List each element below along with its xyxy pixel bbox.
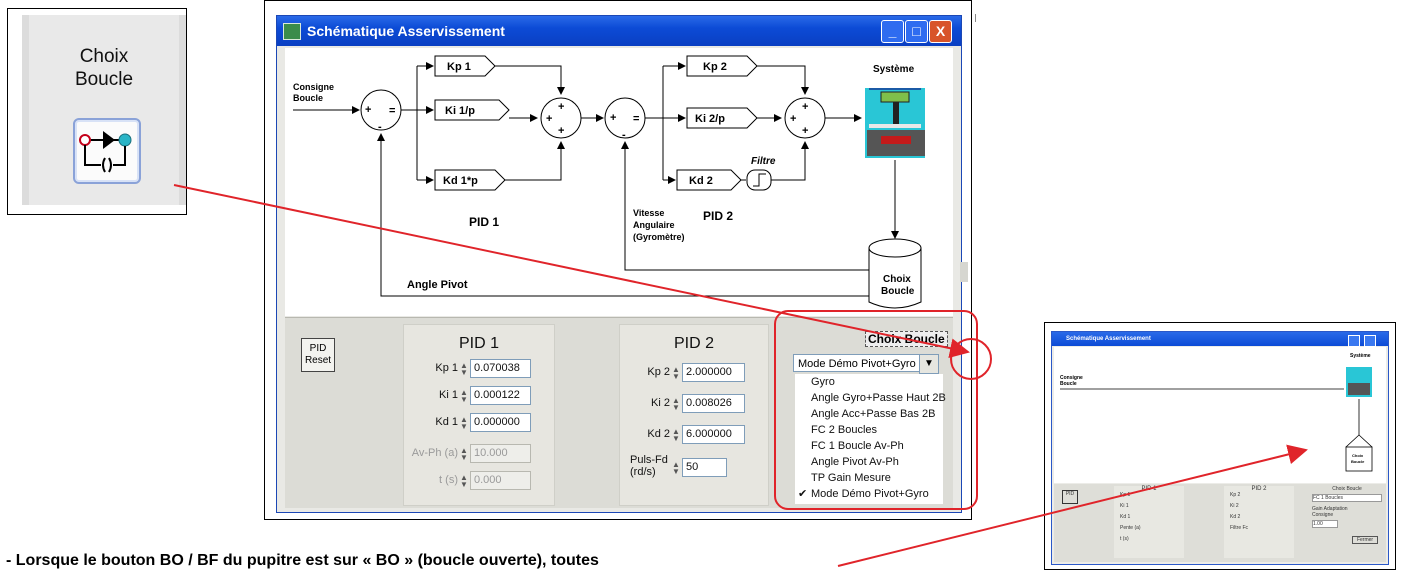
arrow-to-dropdown: [173, 184, 970, 359]
annotation-lines: [173, 184, 1308, 567]
caption-text: - Lorsque le bouton BO / BF du pupitre e…: [6, 552, 599, 569]
arrow-to-small-window: [837, 444, 1308, 567]
